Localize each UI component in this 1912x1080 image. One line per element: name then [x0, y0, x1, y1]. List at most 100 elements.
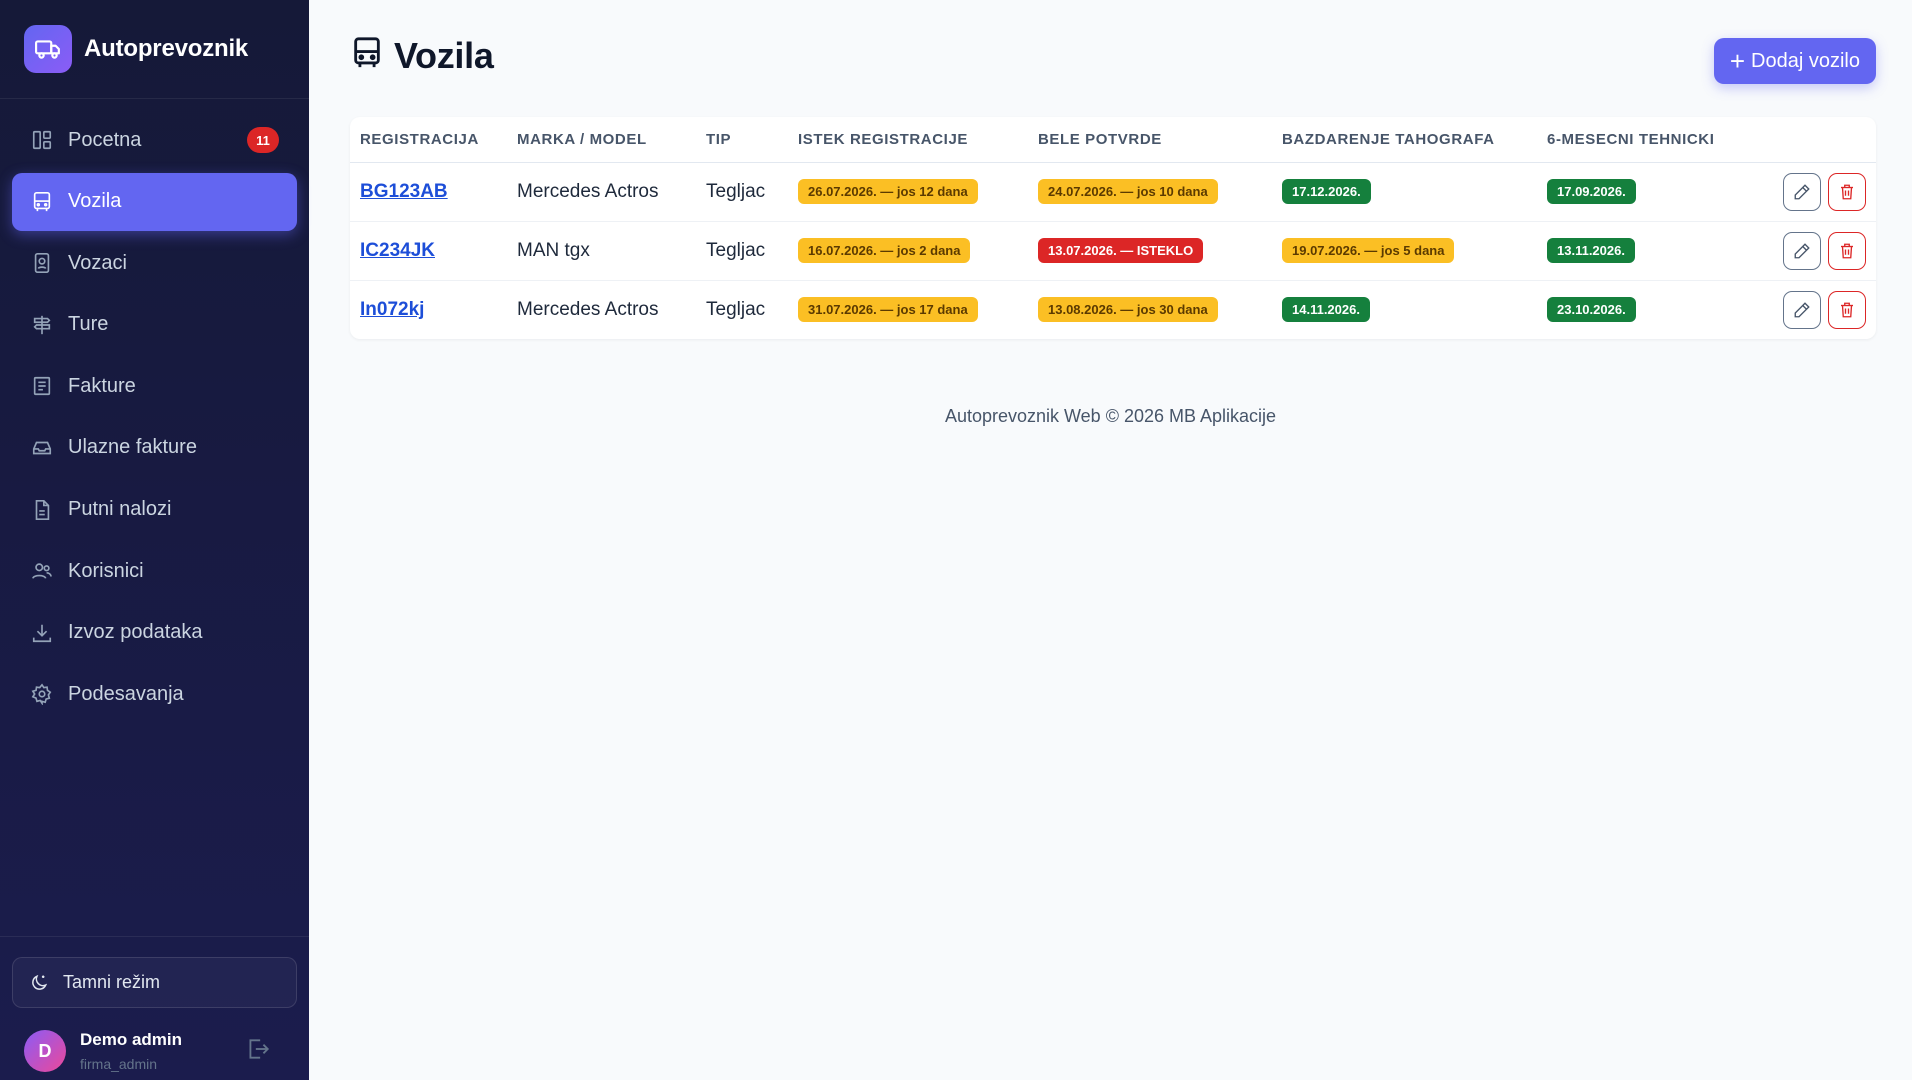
delete-button[interactable] — [1828, 172, 1866, 211]
document-icon — [30, 498, 54, 522]
sidebar-item-label: Ture — [68, 313, 109, 336]
row-actions — [1767, 172, 1866, 211]
sidebar-item-label: Pocetna — [68, 128, 142, 151]
sidebar-item-fakture[interactable]: Fakture — [12, 357, 297, 415]
user-name: Demo admin — [80, 1030, 183, 1049]
user-profile: D Demo admin firma_admin — [12, 1030, 297, 1072]
edit-button[interactable] — [1783, 172, 1821, 211]
delete-button[interactable] — [1828, 290, 1866, 329]
column-header-actions — [1757, 117, 1876, 163]
registration-link[interactable]: BG123AB — [360, 181, 448, 202]
download-icon — [30, 621, 54, 645]
sidebar-item-putni-nalozi[interactable]: Putni nalozi — [12, 481, 297, 539]
sidebar-item-label: Fakture — [68, 374, 136, 397]
column-header: Registracija — [350, 117, 507, 163]
sidebar-item-vozaci[interactable]: Vozaci — [12, 234, 297, 292]
registration-link[interactable]: In072kj — [360, 299, 424, 320]
id-badge-icon — [30, 251, 54, 275]
add-vehicle-button[interactable]: + Dodaj vozilo — [1713, 38, 1876, 84]
vehicles-table: Registracija Marka / Model Tip Istek reg… — [350, 117, 1876, 339]
pencil-icon — [1794, 302, 1810, 318]
status-badge: 23.10.2026. — [1547, 297, 1636, 323]
delete-button[interactable] — [1828, 231, 1866, 270]
status-badge: 24.07.2026. — jos 10 dana — [1038, 179, 1218, 204]
sidebar-item-label: Vozaci — [68, 251, 127, 274]
bus-icon — [350, 34, 384, 77]
type-cell: Tegljac — [696, 221, 788, 281]
trash-icon — [1841, 184, 1853, 199]
bus-icon — [30, 190, 54, 214]
sidebar-item-izvoz-podataka[interactable]: Izvoz podataka — [12, 604, 297, 662]
status-badge: 31.07.2026. — jos 17 dana — [798, 297, 978, 323]
page-title: Vozila — [394, 34, 494, 76]
type-cell: Tegljac — [706, 298, 766, 320]
users-icon — [30, 559, 54, 583]
vehicles-table-card: Registracija Marka / Model Tip Istek reg… — [350, 117, 1876, 339]
table-row: BG123AB Mercedes Actros Tegljac 26.07.20… — [350, 162, 1876, 222]
trash-icon — [1841, 302, 1853, 318]
column-header: Bazdarenje tahografa — [1272, 117, 1537, 163]
page-header: Vozila — [350, 34, 494, 77]
gear-icon — [30, 682, 54, 706]
sidebar-item-label: Podesavanja — [68, 682, 184, 705]
pencil-icon — [1794, 183, 1810, 199]
truck-logo-icon — [24, 25, 72, 73]
status-badge: 17.09.2026. — [1547, 179, 1636, 204]
status-badge: 26.07.2026. — jos 12 dana — [798, 179, 978, 204]
status-badge: 14.11.2026. — [1282, 297, 1370, 323]
user-info: Demo admin firma_admin — [80, 1030, 182, 1072]
sidebar-item-label: Korisnici — [68, 559, 144, 582]
trash-icon — [1841, 243, 1853, 258]
signpost-icon — [30, 313, 54, 337]
sidebar-item-label: Ulazne fakture — [68, 436, 197, 459]
moon-icon — [29, 972, 51, 994]
registration-link[interactable]: IC234JK — [360, 240, 435, 261]
column-header: Marka / Model — [507, 117, 696, 163]
edit-button[interactable] — [1783, 231, 1821, 270]
sidebar-item-label: Izvoz podataka — [68, 621, 203, 644]
sidebar-item-korisnici[interactable]: Korisnici — [12, 542, 297, 600]
status-badge: 13.08.2026. — jos 30 dana — [1038, 297, 1218, 323]
status-badge: 19.07.2026. — jos 5 dana — [1282, 238, 1455, 263]
row-actions — [1767, 290, 1866, 329]
invoice-icon — [30, 374, 54, 398]
model-cell: Mercedes Actros — [507, 162, 696, 222]
column-header: 6-mesecni tehnicki — [1537, 117, 1757, 163]
table-row: In072kj Mercedes Actros Tegljac 31.07.20… — [350, 280, 1876, 339]
sidebar: Autoprevoznik Pocetna 11 Vozila Vozaci T… — [0, 0, 309, 1080]
row-actions — [1767, 231, 1866, 270]
model-cell: Mercedes Actros — [517, 298, 659, 320]
dark-mode-toggle[interactable]: Tamni režim — [12, 957, 297, 1008]
sidebar-nav: Pocetna 11 Vozila Vozaci Ture Fakture Ul… — [0, 99, 309, 739]
sidebar-item-pocetna[interactable]: Pocetna 11 — [12, 111, 297, 169]
column-header: Bele potvrde — [1028, 117, 1272, 163]
status-badge: 16.07.2026. — jos 2 dana — [798, 238, 971, 263]
table-row: IC234JK MAN tgx Tegljac 16.07.2026. — jo… — [350, 221, 1876, 281]
app-name: Autoprevoznik — [84, 35, 249, 62]
dark-mode-label: Tamni režim — [63, 972, 161, 992]
column-header: Tip — [696, 117, 788, 163]
edit-button[interactable] — [1783, 290, 1821, 329]
brand[interactable]: Autoprevoznik — [0, 0, 309, 99]
page-footer: Autoprevoznik Web © 2026 MB Aplikacije — [944, 406, 1277, 426]
status-badge: 13.07.2026. — ISTEKLO — [1038, 238, 1204, 263]
column-header: Istek registracije — [788, 117, 1028, 163]
avatar: D — [24, 1030, 66, 1072]
dashboard-icon — [30, 128, 54, 152]
sidebar-item-ulazne-fakture[interactable]: Ulazne fakture — [12, 419, 297, 477]
sidebar-item-ture[interactable]: Ture — [12, 296, 297, 354]
notification-badge: 11 — [247, 127, 279, 153]
sidebar-item-vozila[interactable]: Vozila — [12, 172, 297, 231]
table-header-row: Registracija Marka / Model Tip Istek reg… — [350, 117, 1876, 163]
model-cell: MAN tgx — [507, 221, 696, 281]
inbox-icon — [30, 436, 54, 460]
add-vehicle-label: Dodaj vozilo — [1751, 49, 1860, 72]
pencil-icon — [1794, 242, 1810, 258]
user-role: firma_admin — [80, 1056, 158, 1072]
type-cell: Tegljac — [696, 162, 788, 222]
sidebar-item-label: Putni nalozi — [68, 498, 172, 521]
logout-icon[interactable] — [245, 1036, 271, 1067]
sidebar-item-podesavanja[interactable]: Podesavanja — [12, 665, 297, 723]
status-badge: 13.11.2026. — [1547, 238, 1635, 263]
sidebar-footer: Tamni režim D Demo admin firma_admin — [0, 936, 309, 1080]
